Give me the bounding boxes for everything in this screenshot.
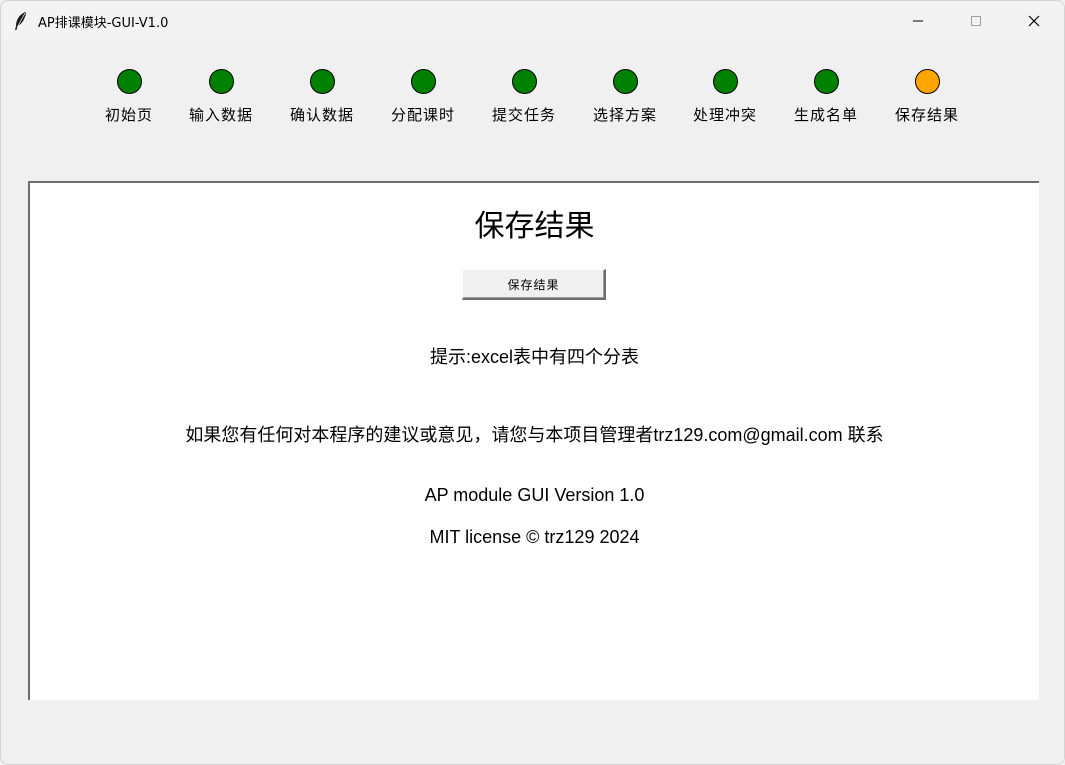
step-indicator [410, 69, 436, 94]
step-label: 分配课时 [390, 106, 455, 124]
step-label: 处理冲突 [692, 106, 757, 124]
main-panel: 保存结果 保存结果 提示:excel表中有四个分表 如果您有任何对本程序的建议或… [28, 181, 1039, 700]
step-label: 初始页 [104, 106, 153, 124]
step-select-plan: 选择方案 [575, 69, 675, 125]
step-save-results: 保存结果 [877, 69, 977, 125]
save-results-button[interactable]: 保存结果 [462, 269, 606, 300]
app-window: AP排课模块-GUI-V1.0 初始页 输入数据 确认数据 分配课时 提交任务 … [0, 0, 1065, 765]
step-assign-hours: 分配课时 [373, 69, 473, 125]
step-confirm-data: 确认数据 [272, 69, 372, 125]
close-icon [1028, 15, 1040, 27]
step-resolve-conflicts: 处理冲突 [675, 69, 775, 125]
license-text: MIT license © trz129 2024 [429, 527, 640, 547]
maximize-icon [971, 16, 981, 26]
step-input-data: 输入数据 [171, 69, 271, 125]
step-label: 生成名单 [793, 106, 858, 124]
step-indicator [813, 69, 839, 94]
version-text: AP module GUI Version 1.0 [424, 485, 645, 505]
minimize-button[interactable] [895, 1, 941, 41]
step-label: 确认数据 [289, 106, 354, 124]
step-indicator [208, 69, 234, 94]
step-label: 保存结果 [894, 106, 959, 124]
step-indicator [712, 69, 738, 94]
close-button[interactable] [1011, 1, 1057, 41]
step-indicator-current [914, 69, 940, 94]
feedback-text: 如果您有任何对本程序的建议或意见，请您与本项目管理者trz129.com@gma… [185, 425, 884, 445]
hint-text: 提示:excel表中有四个分表 [429, 347, 640, 367]
page-title: 保存结果 [474, 209, 595, 244]
title-bar[interactable]: AP排课模块-GUI-V1.0 [1, 1, 1064, 41]
minimize-icon [913, 20, 923, 22]
step-indicator [116, 69, 142, 94]
window-title: AP排课模块-GUI-V1.0 [38, 16, 169, 31]
step-indicator [309, 69, 335, 94]
step-label: 选择方案 [592, 106, 657, 124]
step-submit-task: 提交任务 [474, 69, 574, 125]
step-indicator [612, 69, 638, 94]
feather-icon [15, 12, 26, 30]
step-label: 输入数据 [188, 106, 253, 124]
step-initial: 初始页 [79, 69, 179, 125]
maximize-button[interactable] [953, 1, 999, 41]
step-indicator [511, 69, 537, 94]
step-generate-list: 生成名单 [776, 69, 876, 125]
step-label: 提交任务 [491, 106, 556, 124]
progress-steps: 初始页 输入数据 确认数据 分配课时 提交任务 选择方案 处理冲突 生成名单 保… [1, 41, 1064, 161]
